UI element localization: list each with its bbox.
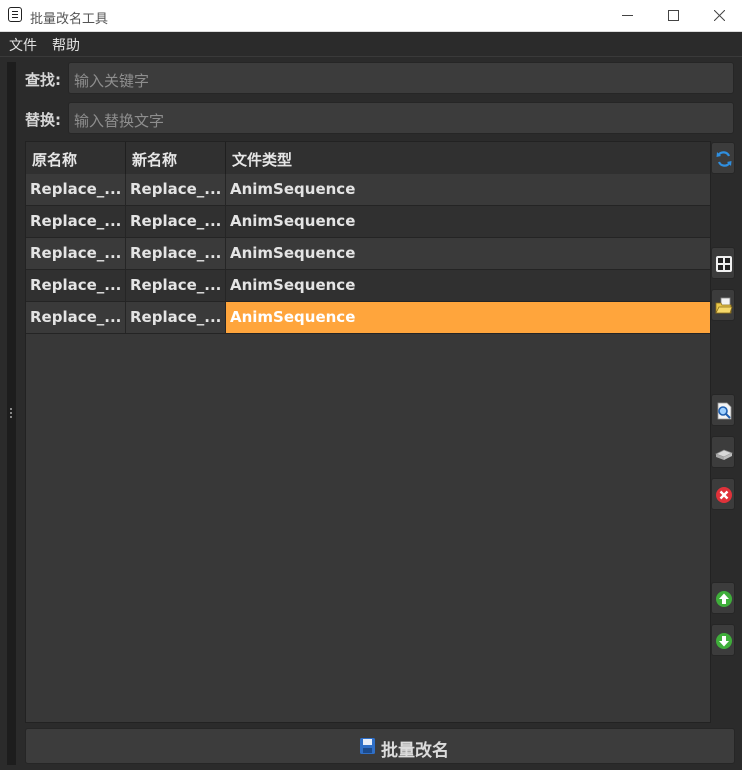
cell-new-name: Replace_... (126, 206, 226, 237)
refresh-icon (716, 151, 732, 167)
arrow-up-icon (716, 591, 732, 607)
select-all-button[interactable] (711, 247, 735, 279)
maximize-button[interactable] (650, 0, 696, 31)
file-table[interactable]: 原名称 新名称 文件类型 Replace_... Replace_... Ani… (25, 141, 711, 723)
table-row-selected[interactable]: Replace_... Replace_... AnimSequence (26, 302, 710, 334)
cell-new-name: Replace_... (126, 302, 226, 333)
find-document-icon (717, 402, 732, 420)
clear-button[interactable] (711, 436, 735, 468)
remove-icon (716, 487, 732, 503)
cell-file-type: AnimSequence (230, 180, 356, 198)
replace-input[interactable]: 输入替换文字 (68, 102, 734, 134)
cell-file-type: AnimSequence (230, 276, 356, 294)
title-bar: 批量改名工具 (0, 0, 742, 32)
grid-icon (716, 256, 732, 272)
window-title: 批量改名工具 (30, 12, 109, 27)
refresh-button[interactable] (711, 142, 735, 174)
table-row[interactable]: Replace_... Replace_... AnimSequence (26, 270, 710, 302)
save-icon (360, 738, 375, 754)
app-icon (8, 7, 22, 22)
cell-file-type: AnimSequence (230, 212, 356, 230)
cell-original-name: Replace_... (26, 302, 126, 333)
remove-button[interactable] (711, 478, 735, 510)
cell-file-type-selected: AnimSequence (226, 302, 710, 333)
arrow-down-icon (716, 633, 732, 649)
batch-rename-label: 批量改名 (381, 741, 449, 761)
splitter-grip-dot (10, 416, 12, 418)
cell-original-name: Replace_... (26, 174, 126, 205)
move-up-button[interactable] (711, 582, 735, 614)
table-row[interactable]: Replace_... Replace_... AnimSequence (26, 238, 710, 270)
batch-rename-button[interactable]: 批量改名 (25, 728, 735, 764)
move-down-button[interactable] (711, 624, 735, 656)
splitter-grip-dot (10, 412, 12, 414)
minimize-button[interactable] (604, 0, 650, 31)
table-header: 原名称 新名称 文件类型 (26, 142, 710, 175)
cell-new-name: Replace_... (126, 174, 226, 205)
find-label: 查找: (25, 71, 61, 89)
find-document-button[interactable] (711, 394, 735, 426)
menu-file[interactable]: 文件 (9, 35, 37, 55)
cell-new-name: Replace_... (126, 238, 226, 269)
column-original-name[interactable]: 原名称 (26, 142, 126, 174)
cell-file-type: AnimSequence (230, 244, 356, 262)
cell-new-name: Replace_... (126, 270, 226, 301)
cell-original-name: Replace_... (26, 238, 126, 269)
menu-bar: 文件 帮助 (0, 32, 742, 57)
replace-label: 替换: (25, 111, 61, 129)
open-folder-icon (715, 297, 733, 314)
splitter-grip-dot (10, 408, 12, 410)
find-input[interactable]: 输入关键字 (68, 62, 734, 94)
table-row[interactable]: Replace_... Replace_... AnimSequence (26, 206, 710, 238)
column-file-type[interactable]: 文件类型 (226, 142, 710, 174)
table-row[interactable]: Replace_... Replace_... AnimSequence (26, 174, 710, 206)
cell-original-name: Replace_... (26, 270, 126, 301)
menu-help[interactable]: 帮助 (52, 35, 80, 55)
open-folder-button[interactable] (711, 289, 735, 321)
cell-original-name: Replace_... (26, 206, 126, 237)
column-new-name[interactable]: 新名称 (126, 142, 226, 174)
close-button[interactable] (696, 0, 742, 31)
disk-icon (715, 449, 733, 460)
